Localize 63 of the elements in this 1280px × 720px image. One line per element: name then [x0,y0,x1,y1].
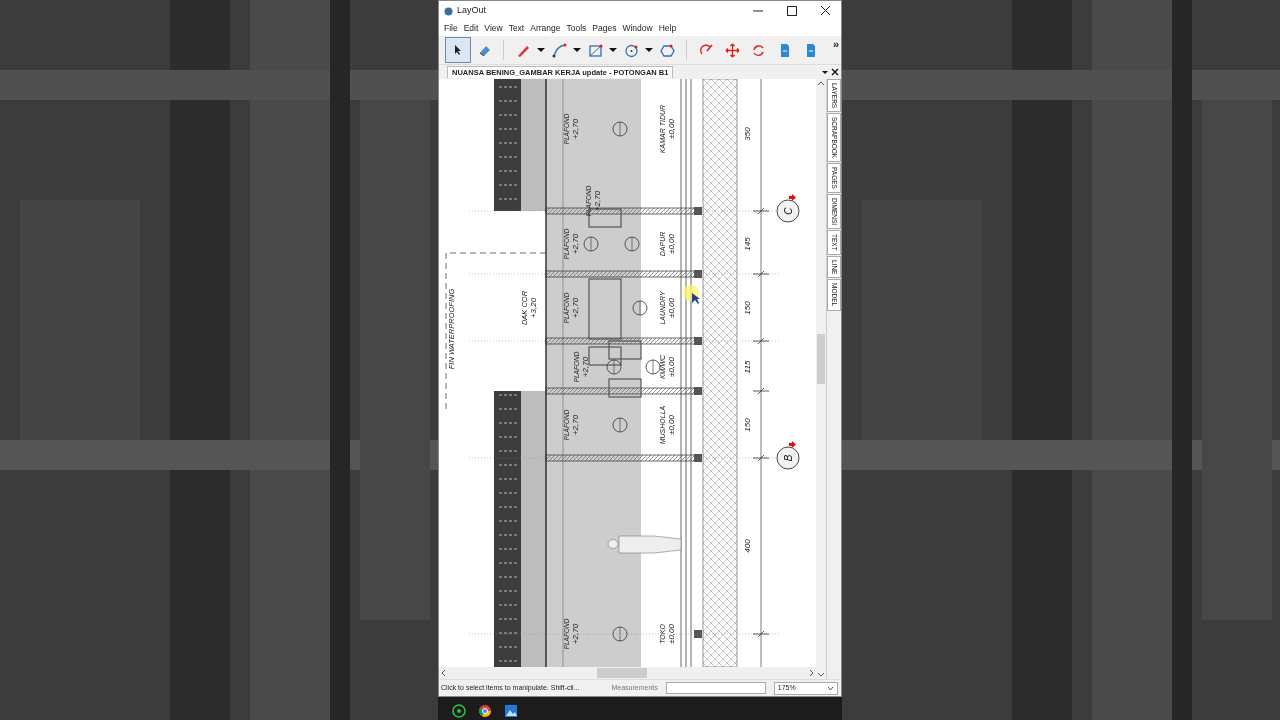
photos-icon[interactable] [504,704,518,718]
menu-item[interactable]: Help [655,22,680,35]
elevation-label: ±0,00 [667,357,676,377]
caret-icon[interactable] [572,46,582,54]
menu-item[interactable]: Edit [460,22,482,35]
section-mark-icon [612,121,628,137]
grid-bubble: B [776,446,800,470]
section-mark-icon [606,359,622,375]
dimension-label: 150 [743,301,752,315]
menu-item[interactable]: Tools [563,22,590,35]
app-icon [444,6,453,16]
scrollbar-thumb[interactable] [817,334,825,384]
horizontal-scrollbar[interactable] [439,667,816,679]
elevation-label: +2,70 [571,233,580,255]
elevation-label: ±0,00 [667,298,676,318]
section-mark-icon [624,236,640,252]
menu-item[interactable]: Window [619,22,656,35]
menu-item[interactable]: Text [505,22,528,35]
overflow-button[interactable]: » [832,36,839,53]
elevation-label: +2,70 [581,356,590,378]
select-arrow-tool[interactable] [445,37,471,63]
dimension-label: 400 [743,539,752,553]
elevation-label: ±0,00 [667,624,676,644]
elevation-label: +2,70 [571,118,580,140]
grid-bubble: C [776,199,800,223]
elevation-label: +2,70 [571,297,580,319]
caret-icon[interactable] [608,46,618,54]
caret-icon[interactable] [644,46,654,54]
select-arrow-icon [454,45,462,55]
section-mark-icon [632,300,648,316]
arrow-icon [789,194,796,201]
section-mark-icon [645,359,661,375]
elevation-label: ±0,00 [667,234,676,254]
dimension-label: 145 [743,237,752,251]
caret-icon [826,685,834,691]
move-icon [723,41,741,59]
scrollbar-thumb[interactable] [597,668,647,678]
dimension-label: 115 [743,360,752,374]
menu-item[interactable]: File [441,22,461,35]
elevation-label: +2,70 [571,623,580,645]
section-mark-icon [583,236,599,252]
cursor-icon [692,293,700,304]
browser-icon[interactable] [478,704,492,718]
dimension-label: 150 [743,418,752,432]
arrow-icon [789,441,796,448]
caret-icon[interactable] [536,46,546,54]
menu-item[interactable]: View [481,22,506,35]
vertical-scrollbar[interactable] [816,79,826,679]
elevation-label: +2,70 [571,414,580,436]
menu-item[interactable]: Arrange [527,22,564,35]
section-mark-icon [612,417,628,433]
window-title: LayOut [457,4,488,18]
dimension-label: 350 [743,127,752,141]
menu-item[interactable]: Pages [589,22,620,35]
measurements-field[interactable] [665,682,766,694]
dropdown-icon[interactable] [821,68,829,76]
arc-icon [550,41,568,59]
section-mark-icon [612,626,628,642]
elevation-label: ±0,00 [667,119,676,139]
elevation-label: +3,20 [529,297,538,319]
chat-app-icon[interactable] [452,704,466,718]
elevation-label: ±0,00 [667,415,676,435]
close-icon[interactable] [829,68,841,76]
